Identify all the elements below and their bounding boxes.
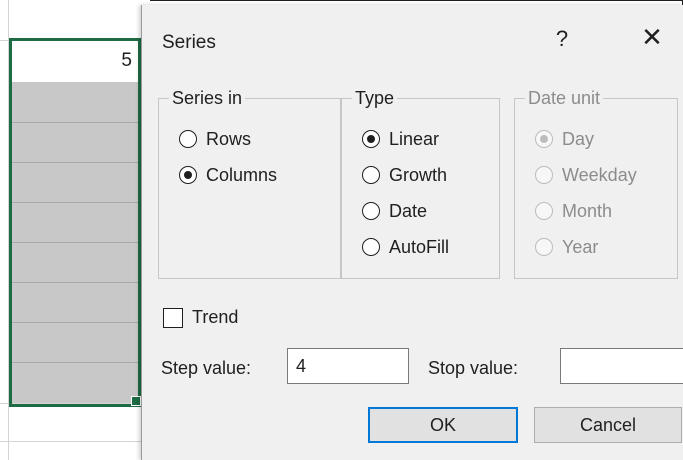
trend-label: Trend — [192, 307, 239, 327]
date-unit-day-option: Day — [535, 127, 594, 151]
date-unit-year-option: Year — [535, 235, 598, 259]
date-label: Date — [389, 200, 428, 221]
date-unit-weekday-option: Weekday — [535, 163, 637, 187]
step-value-input[interactable] — [287, 348, 409, 384]
year-radio — [535, 238, 553, 256]
year-label: Year — [562, 236, 599, 257]
autofill-label: AutoFill — [389, 236, 450, 257]
fill-handle[interactable] — [131, 396, 141, 406]
date-unit-group: Date unit Day Weekday Month Year — [514, 87, 678, 279]
spreadsheet-area: 5 — [0, 0, 150, 460]
columns-radio[interactable] — [179, 166, 197, 184]
type-autofill-option[interactable]: AutoFill — [362, 235, 449, 259]
month-radio — [535, 202, 553, 220]
dialog-title: Series — [162, 32, 216, 53]
stop-value-input[interactable] — [560, 348, 683, 384]
day-radio — [535, 130, 553, 148]
date-radio[interactable] — [362, 202, 380, 220]
ok-button[interactable]: OK — [368, 407, 518, 443]
date-unit-month-option: Month — [535, 199, 612, 223]
weekday-label: Weekday — [562, 164, 637, 185]
rows-radio[interactable] — [179, 130, 197, 148]
series-in-columns-option[interactable]: Columns — [179, 163, 277, 187]
help-button[interactable]: ? — [550, 21, 574, 57]
type-growth-option[interactable]: Growth — [362, 163, 447, 187]
cancel-button[interactable]: Cancel — [534, 407, 682, 443]
series-in-rows-option[interactable]: Rows — [179, 127, 251, 151]
weekday-radio — [535, 166, 553, 184]
cell-value: 5 — [121, 50, 132, 71]
autofill-radio[interactable] — [362, 238, 380, 256]
series-dialog: Series ? ✕ Series in Rows Columns Type L… — [141, 5, 683, 460]
close-button[interactable]: ✕ — [635, 19, 669, 55]
series-in-group: Series in Rows Columns — [158, 87, 341, 279]
date-unit-label: Date unit — [525, 87, 604, 109]
step-value-label: Step value: — [161, 358, 252, 378]
type-linear-option[interactable]: Linear — [362, 127, 439, 151]
type-group: Type Linear Growth Date AutoFill — [341, 87, 500, 279]
growth-radio[interactable] — [362, 166, 380, 184]
trend-checkbox[interactable] — [163, 308, 183, 328]
type-date-option[interactable]: Date — [362, 199, 427, 223]
day-label: Day — [562, 128, 595, 149]
linear-radio[interactable] — [362, 130, 380, 148]
selection-border — [9, 38, 141, 407]
grid-line — [0, 441, 150, 442]
rows-label: Rows — [206, 128, 252, 149]
type-label: Type — [352, 87, 398, 109]
series-in-label: Series in — [169, 87, 246, 109]
columns-label: Columns — [206, 164, 278, 185]
stop-value-label: Stop value: — [428, 358, 519, 378]
linear-label: Linear — [389, 128, 440, 149]
growth-label: Growth — [389, 164, 448, 185]
month-label: Month — [562, 200, 613, 221]
